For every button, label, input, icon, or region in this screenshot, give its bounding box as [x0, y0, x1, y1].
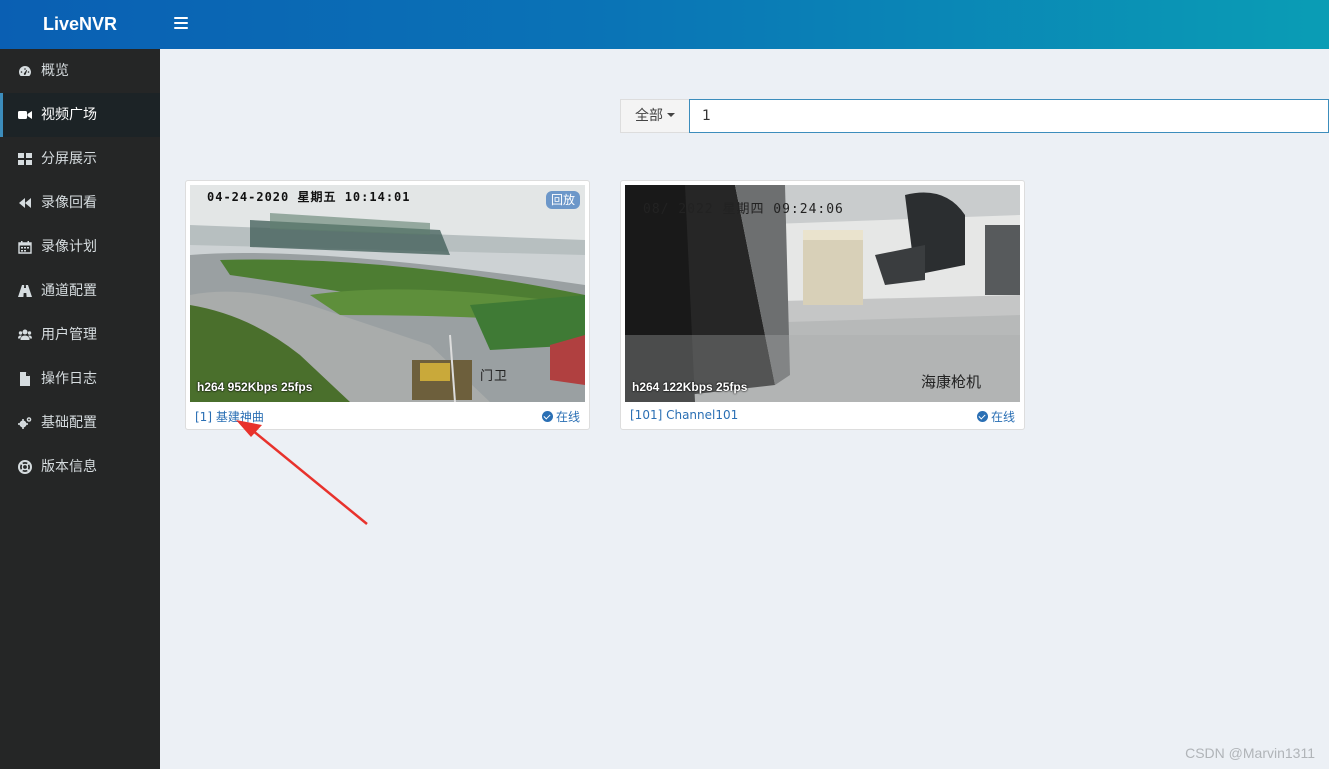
osd-timestamp: 04-24-2020 星期五 10:14:01 [207, 190, 411, 204]
sidebar-item-split-screen[interactable]: 分屏展示 [0, 137, 160, 181]
menu-toggle-icon[interactable] [174, 17, 188, 30]
search-input[interactable] [689, 99, 1329, 133]
app-logo[interactable]: LiveNVR [0, 0, 160, 49]
users-icon [18, 328, 32, 342]
sidebar-item-playback[interactable]: 录像回看 [0, 181, 160, 225]
status-badge: 在线 [541, 408, 580, 425]
channel-card[interactable]: 04-24-2020 星期五 10:14:01 门卫 回放 h264 952Kb… [185, 180, 590, 430]
check-circle-icon [976, 411, 988, 422]
stream-stats: h264 122Kbps 25fps [632, 380, 748, 394]
category-dropdown-label: 全部 [635, 108, 663, 124]
sidebar-item-label: 视频广场 [41, 107, 97, 123]
stream-stats: h264 952Kbps 25fps [197, 380, 313, 394]
check-circle-icon [541, 411, 553, 422]
sidebar-item-video-square[interactable]: 视频广场 [0, 93, 160, 137]
lifebuoy-icon [18, 460, 32, 474]
sidebar-item-label: 操作日志 [41, 371, 97, 387]
card-footer: [101] Channel101 在线 [621, 405, 1024, 429]
sidebar-item-record-plan[interactable]: 录像计划 [0, 225, 160, 269]
sidebar-item-label: 版本信息 [41, 459, 97, 475]
sidebar-item-user-management[interactable]: 用户管理 [0, 313, 160, 357]
caret-down-icon [667, 113, 675, 117]
card-footer: [1] 基建神曲 在线 [186, 405, 589, 429]
channel-name-link[interactable]: [101] Channel101 [630, 408, 738, 422]
road-icon [18, 284, 32, 298]
sidebar-item-channel-config[interactable]: 通道配置 [0, 269, 160, 313]
status-label: 在线 [555, 410, 580, 424]
top-navbar: LiveNVR [0, 0, 1329, 49]
category-dropdown[interactable]: 全部 [620, 99, 689, 133]
status-label: 在线 [990, 410, 1015, 424]
sidebar-item-label: 基础配置 [41, 415, 97, 431]
sidebar-item-operation-log[interactable]: 操作日志 [0, 357, 160, 401]
channel-snapshot[interactable]: 08/ 2022 星期四 09:24:06 海康枪机 h264 122Kbps … [625, 185, 1020, 402]
channel-filter: 全部 [620, 99, 1329, 133]
sidebar-item-overview[interactable]: 概览 [0, 49, 160, 93]
playback-badge: 回放 [545, 191, 580, 209]
gears-icon [18, 416, 32, 430]
video-camera-icon [18, 108, 32, 122]
watermark: CSDN @Marvin1311 [1185, 745, 1315, 761]
sidebar-item-label: 概览 [41, 63, 69, 79]
sidebar-item-label: 通道配置 [41, 283, 97, 299]
dashboard-icon [18, 64, 32, 78]
status-badge: 在线 [976, 408, 1015, 425]
sidebar-item-version-info[interactable]: 版本信息 [0, 445, 160, 489]
sidebar-item-label: 分屏展示 [41, 151, 97, 167]
osd-timestamp: 08/ 2022 星期四 09:24:06 [643, 202, 844, 217]
sidebar-item-label: 录像回看 [41, 195, 97, 211]
channel-name-link[interactable]: [1] 基建神曲 [195, 408, 264, 425]
calendar-icon [18, 240, 32, 254]
osd-label: 海康枪机 [921, 373, 982, 391]
sidebar-item-label: 录像计划 [41, 239, 97, 255]
sidebar-item-basic-config[interactable]: 基础配置 [0, 401, 160, 445]
snapshot-image [190, 185, 585, 402]
channel-card[interactable]: 08/ 2022 星期四 09:24:06 海康枪机 h264 122Kbps … [620, 180, 1025, 430]
channel-snapshot[interactable]: 04-24-2020 星期五 10:14:01 门卫 回放 h264 952Kb… [190, 185, 585, 402]
sidebar: 概览 视频广场 分屏展示 录像回看 录像计划 通道配置 用户管理 操作日志 基础… [0, 49, 160, 769]
file-icon [18, 372, 32, 386]
grid-icon [18, 152, 32, 166]
backward-icon [18, 196, 32, 210]
snapshot-image [625, 185, 1020, 402]
osd-label: 门卫 [480, 369, 509, 384]
sidebar-item-label: 用户管理 [41, 327, 97, 343]
